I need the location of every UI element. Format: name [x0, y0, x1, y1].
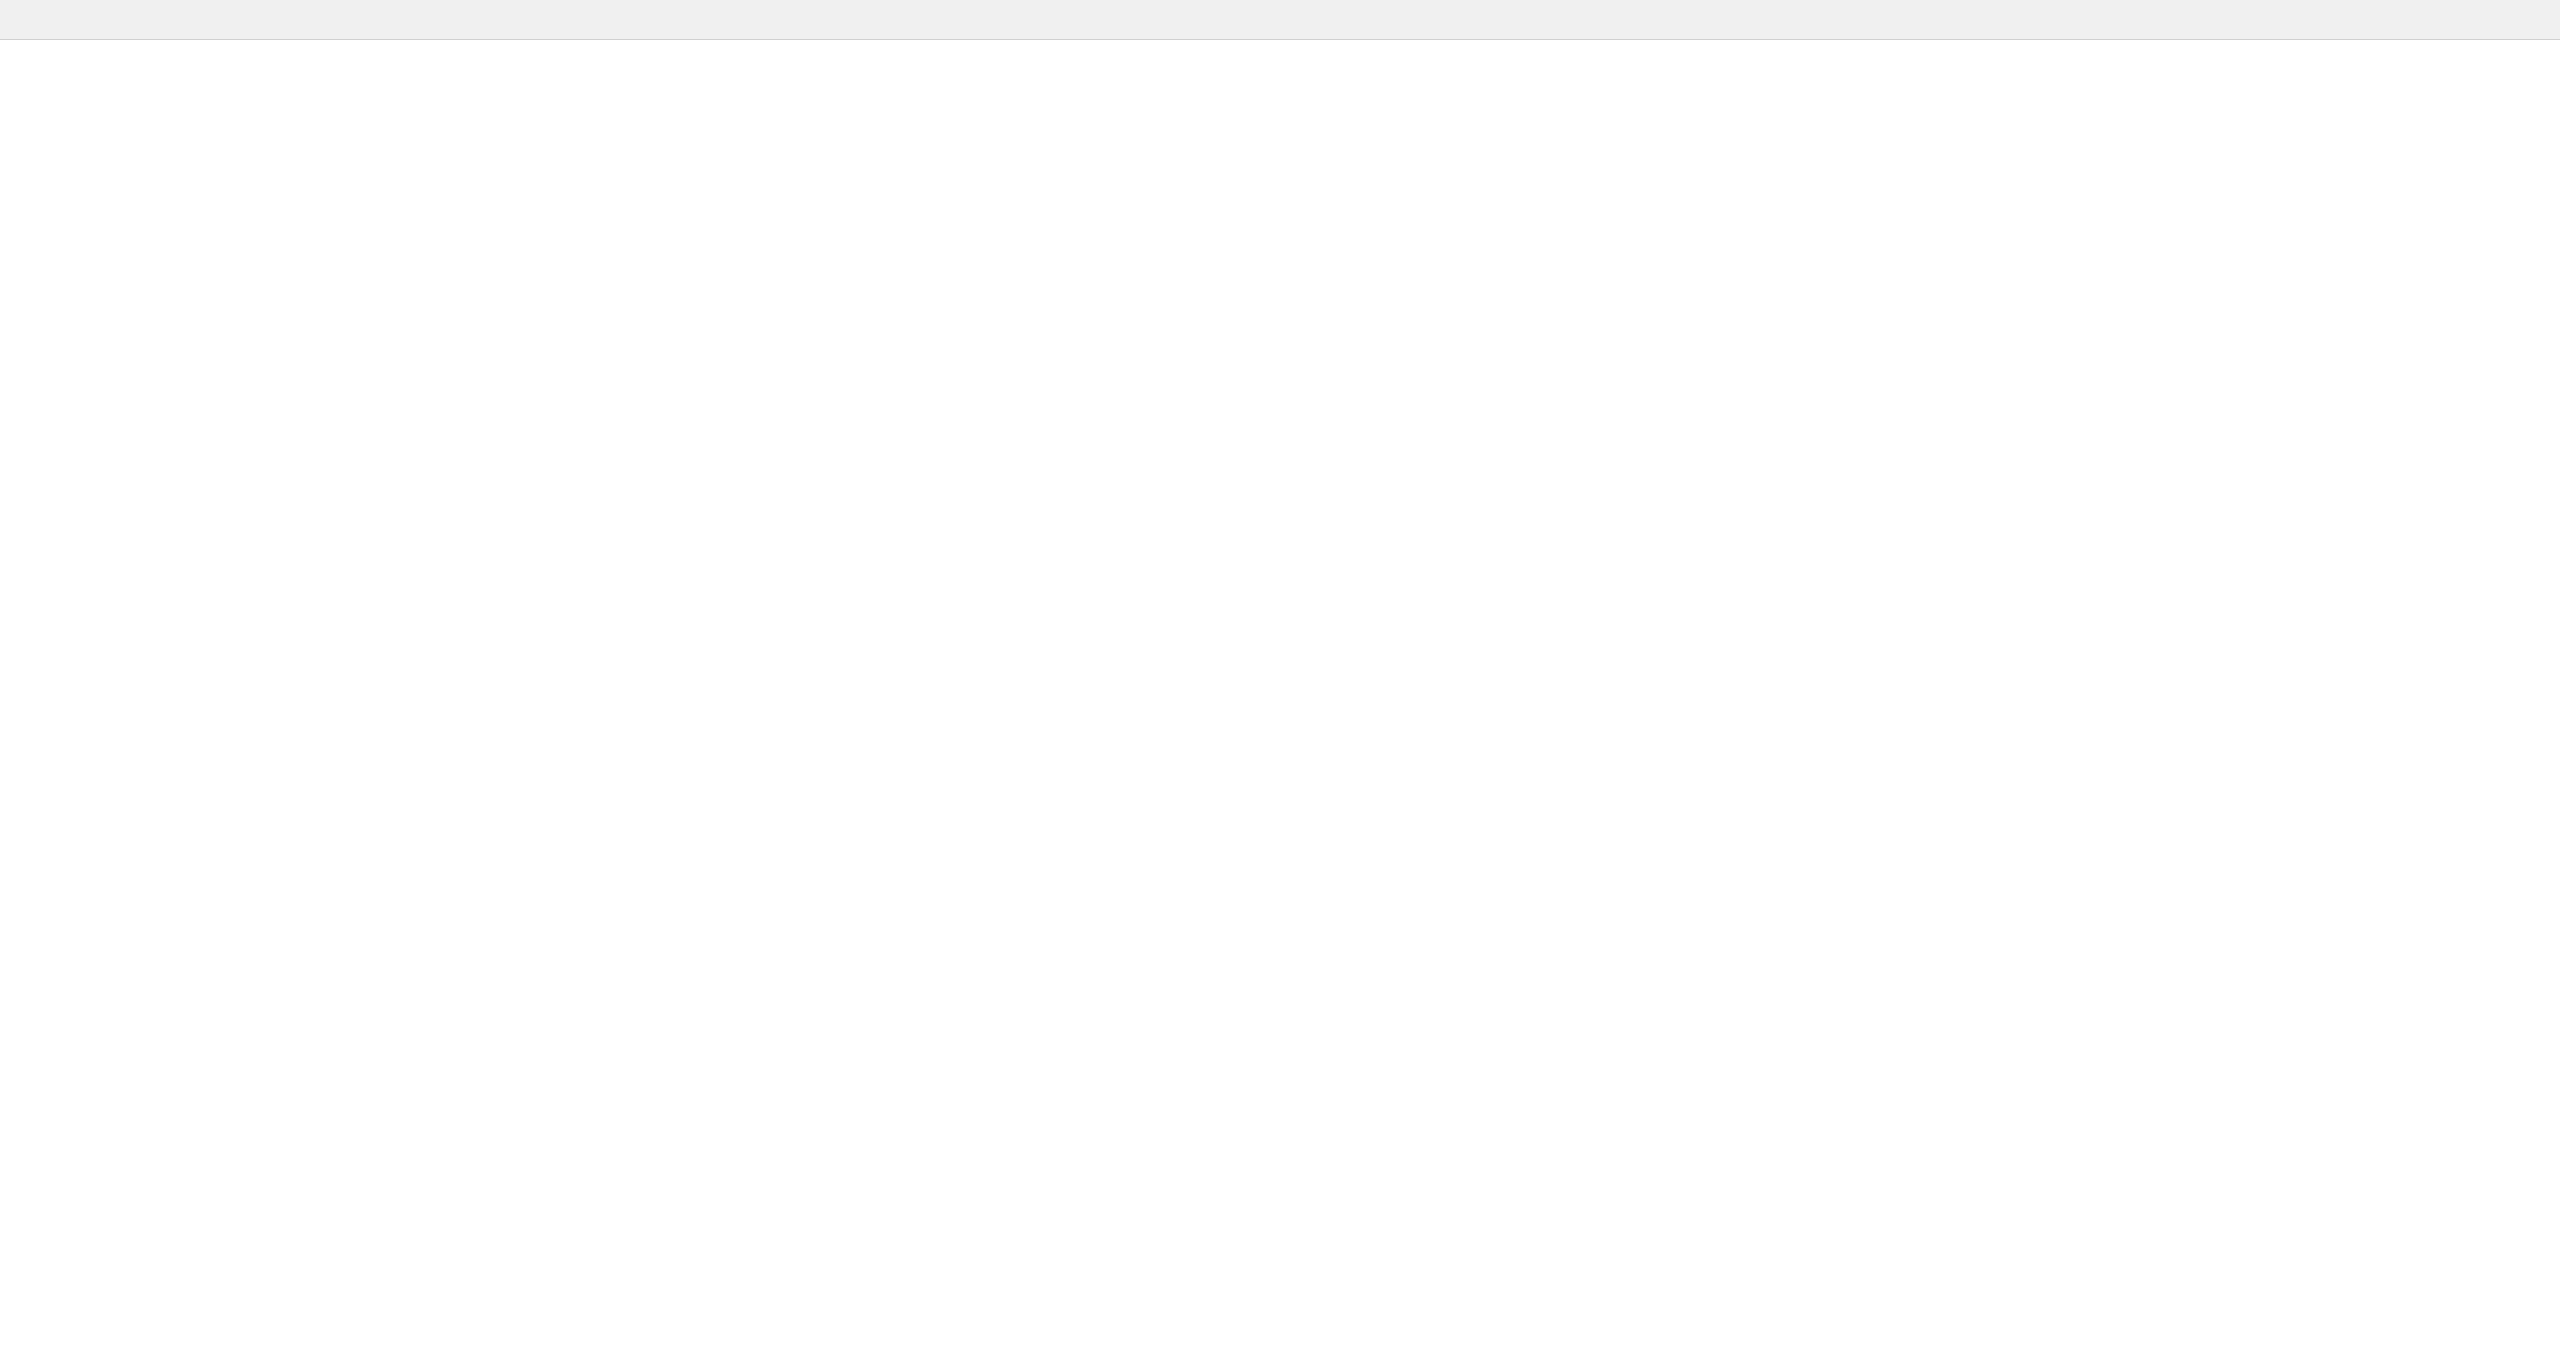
title-bar — [0, 0, 2560, 40]
main-content — [0, 40, 2560, 1369]
app-window — [0, 0, 2560, 1369]
